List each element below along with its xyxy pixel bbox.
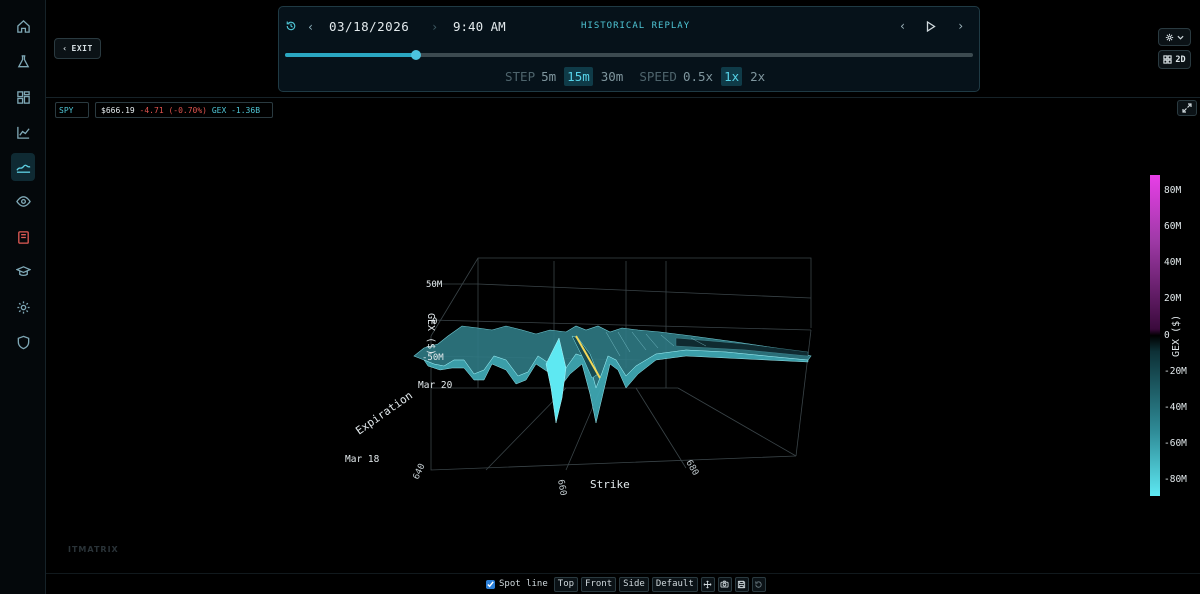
colorbar-tick: -20M	[1164, 366, 1187, 377]
x-axis-title: Strike	[590, 478, 630, 491]
replay-slider-fill	[285, 53, 416, 57]
watermark-logo: ITMATRIX	[68, 545, 119, 554]
pan-icon[interactable]	[700, 576, 715, 592]
speed-option-0-5x[interactable]: 0.5x	[683, 69, 713, 84]
history-icon[interactable]	[285, 20, 297, 32]
step-forward-button[interactable]: ›	[957, 19, 964, 33]
spot-line-toggle[interactable]: Spot line	[486, 579, 548, 589]
expand-icon[interactable]	[1177, 100, 1197, 116]
y-tick-mar-18: Mar 18	[345, 454, 380, 465]
chart-icon[interactable]	[12, 121, 34, 143]
replay-title: HISTORICAL REPLAY	[581, 21, 691, 31]
view-default-button[interactable]: Default	[651, 576, 698, 592]
gex-surface-plot[interactable]: GEX ($) 50M 0 -50M Mar 20 Mar 18 Expirat…	[46, 98, 1146, 568]
sidebar	[0, 0, 46, 594]
colorbar-tick: 40M	[1164, 257, 1182, 268]
x-tick-640: 640	[412, 462, 428, 481]
step-label: STEP	[505, 69, 536, 84]
colorbar-tick: -80M	[1164, 474, 1187, 485]
view-front-button[interactable]: Front	[581, 576, 617, 592]
z-tick-50m: 50M	[426, 280, 443, 290]
colorbar-tick: 0	[1164, 330, 1170, 341]
replay-date[interactable]: 03/18/2026	[329, 19, 409, 34]
chevron-down-icon	[1177, 35, 1184, 40]
colorbar-title: GEX ($)	[1171, 314, 1182, 357]
next-date-button[interactable]: ›	[431, 20, 438, 34]
eye-icon[interactable]	[12, 190, 34, 212]
graduation-cap-icon[interactable]	[12, 260, 34, 282]
view-2d-label: 2D	[1175, 54, 1186, 65]
colorbar-tick: -40M	[1164, 402, 1187, 413]
home-icon[interactable]	[12, 15, 34, 37]
chevron-left-icon: ‹	[62, 44, 68, 53]
settings-dropdown[interactable]	[1158, 28, 1191, 46]
replay-slider-thumb[interactable]	[410, 50, 421, 60]
colorbar	[1150, 175, 1160, 496]
prev-date-button[interactable]: ‹	[307, 20, 314, 34]
gex-surface	[413, 325, 812, 424]
speed-option-1x[interactable]: 1x	[721, 67, 743, 86]
surface-icon[interactable]	[11, 153, 35, 181]
reset-icon[interactable]	[751, 576, 766, 592]
z-tick-neg-50m: -50M	[422, 353, 444, 363]
colorbar-tick: 20M	[1164, 293, 1182, 304]
view-2d-button[interactable]: 2D	[1158, 50, 1191, 69]
play-icon[interactable]	[926, 21, 936, 32]
spot-line-label: Spot line	[499, 579, 548, 589]
replay-slider[interactable]	[285, 50, 973, 60]
flask-icon[interactable]	[12, 50, 34, 72]
step-option-30m[interactable]: 30m	[601, 69, 624, 84]
shield-icon[interactable]	[12, 331, 34, 353]
grid-icon	[1163, 55, 1173, 64]
z-tick-0: 0	[432, 317, 437, 327]
save-icon[interactable]	[734, 576, 749, 592]
speed-label: SPEED	[639, 69, 677, 84]
plot-toolbar: Spot line Top Front Side Default	[486, 576, 766, 592]
speed-option-2x[interactable]: 2x	[750, 69, 765, 84]
camera-icon[interactable]	[717, 576, 732, 592]
y-axis-title: Expiration	[353, 389, 415, 438]
step-option-5m[interactable]: 5m	[541, 69, 556, 84]
replay-options: STEP 5m 15m 30m SPEED 0.5x 1x 2x	[505, 67, 773, 86]
view-top-button[interactable]: Top	[553, 576, 579, 592]
book-icon[interactable]	[12, 226, 34, 248]
replay-time[interactable]: 9:40 AM	[453, 19, 506, 34]
step-back-button[interactable]: ‹	[899, 19, 906, 33]
view-side-button[interactable]: Side	[619, 576, 649, 592]
gear-icon[interactable]	[12, 296, 34, 318]
exit-label: EXIT	[71, 44, 93, 53]
colorbar-tick: 80M	[1164, 185, 1182, 196]
colorbar-tick: -60M	[1164, 438, 1187, 449]
dashboard-icon[interactable]	[12, 86, 34, 108]
exit-button[interactable]: ‹ EXIT	[54, 38, 101, 59]
replay-panel: ‹ 03/18/2026 › 9:40 AM HISTORICAL REPLAY…	[278, 6, 980, 92]
step-option-15m[interactable]: 15m	[564, 67, 593, 86]
divider	[46, 573, 1200, 574]
gear-icon	[1165, 33, 1174, 41]
spot-line-checkbox[interactable]	[486, 579, 495, 589]
y-tick-mar-20: Mar 20	[418, 380, 453, 391]
x-tick-660: 660	[555, 479, 568, 497]
colorbar-tick: 60M	[1164, 221, 1182, 232]
